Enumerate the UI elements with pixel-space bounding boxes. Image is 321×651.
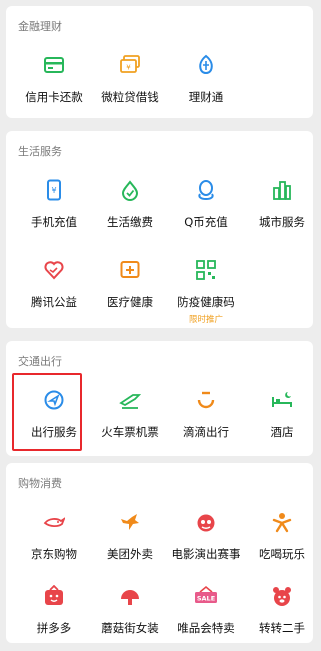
tile-label: 火车票机票 [101, 425, 159, 439]
movie-icon [197, 514, 215, 532]
tile-label: 电影演出赛事 [171, 547, 241, 561]
mogujie-icon [121, 590, 139, 605]
entertainment-icon [272, 513, 292, 533]
wealth-icon [199, 54, 213, 74]
utility-payment-icon [121, 180, 139, 201]
tile-label: 手机充值 [31, 215, 77, 229]
tile-label: 微粒贷借钱 [101, 90, 159, 104]
tile-label: 京东购物 [31, 547, 77, 561]
credit-card-icon [44, 57, 64, 73]
city-service-icon [273, 181, 291, 200]
tile-wealth[interactable]: 理财通 [168, 48, 244, 120]
meituan-icon [121, 514, 139, 530]
tile-qq-coin[interactable]: Q币充值 [168, 173, 244, 245]
tile-label: 滴滴出行 [183, 425, 229, 439]
loan-icon: ¥ [120, 55, 140, 73]
tile-label: 转转二手 [259, 621, 305, 635]
tile-phone-recharge[interactable]: ¥ 手机充值 [16, 173, 92, 245]
section-title-life: 生活服务 [18, 145, 62, 158]
tile-zhuanzhuan[interactable]: 转转二手 [244, 579, 320, 651]
shopping-section: 购物消费 京东购物 美团外卖 电影演出赛事 吃喝玩乐 拼多多 蘑菇街女装 SAL… [6, 463, 313, 643]
section-title-shopping: 购物消费 [18, 477, 62, 490]
train-ticket-icon [119, 394, 141, 409]
svg-text:¥: ¥ [126, 64, 131, 72]
tile-label: 信用卡还款 [25, 90, 83, 104]
sale-badge-text: SALE [197, 595, 215, 603]
tile-label: 城市服务 [259, 215, 305, 229]
health-code-icon [196, 260, 216, 280]
tile-label: 生活缴费 [107, 215, 153, 229]
tile-label: 唯品会特卖 [177, 621, 235, 635]
medical-icon [120, 261, 140, 278]
didi-icon [197, 391, 215, 409]
tile-label: 蘑菇街女装 [101, 621, 159, 635]
tile-health-code[interactable]: 防疫健康码 限时推广 [168, 253, 244, 325]
tile-hotel[interactable]: 酒店 [244, 383, 320, 455]
promo-tag: 限时推广 [188, 315, 223, 325]
tile-charity[interactable]: 腾讯公益 [16, 253, 92, 325]
tile-label: 美团外卖 [107, 547, 153, 561]
tile-meituan[interactable]: 美团外卖 [92, 505, 168, 577]
qq-coin-icon [198, 180, 214, 201]
tile-label: 吃喝玩乐 [259, 547, 305, 561]
svg-text:¥: ¥ [51, 186, 56, 195]
tile-movie[interactable]: 电影演出赛事 [168, 505, 244, 577]
tile-label: 腾讯公益 [31, 295, 77, 309]
travel-section: 交通出行 出行服务 火车票机票 滴滴出行 酒店 [6, 341, 313, 456]
tile-train-ticket[interactable]: 火车票机票 [92, 383, 168, 455]
tile-mogujie[interactable]: 蘑菇街女装 [92, 579, 168, 651]
tile-label: 拼多多 [36, 621, 72, 635]
pinduoduo-icon [45, 585, 63, 605]
tile-vip-sale[interactable]: SALE 唯品会特卖 [168, 579, 244, 651]
section-title-travel: 交通出行 [18, 355, 62, 368]
tile-credit-card[interactable]: 信用卡还款 [16, 48, 92, 120]
tile-utility[interactable]: 生活缴费 [92, 173, 168, 245]
selected-highlight-border [12, 373, 82, 451]
tile-jd[interactable]: 京东购物 [16, 505, 92, 577]
tile-city-service[interactable]: 城市服务 [244, 173, 320, 245]
life-service-section: 生活服务 ¥ 手机充值 生活缴费 Q币充值 城市服务 腾讯公益 医疗健康 防疫健… [6, 131, 313, 328]
finance-section: 金融理财 信用卡还款 ¥ 微粒贷借钱 理财通 [6, 6, 313, 118]
tile-label: 医疗健康 [107, 295, 153, 309]
tile-label: 防疫健康码 [177, 295, 235, 309]
hotel-icon [272, 392, 292, 407]
tile-loan[interactable]: ¥ 微粒贷借钱 [92, 48, 168, 120]
jd-icon [43, 517, 65, 528]
phone-recharge-icon: ¥ [47, 179, 61, 201]
tile-medical[interactable]: 医疗健康 [92, 253, 168, 325]
tile-label: 酒店 [270, 425, 294, 439]
zhuanzhuan-icon [273, 587, 291, 606]
tile-didi[interactable]: 滴滴出行 [168, 383, 244, 455]
tile-entertainment[interactable]: 吃喝玩乐 [244, 505, 320, 577]
vip-sale-icon: SALE [195, 585, 217, 603]
charity-icon [44, 261, 64, 280]
tile-label: Q币充值 [184, 215, 228, 229]
tile-label: 理财通 [188, 90, 224, 104]
section-title-finance: 金融理财 [18, 20, 62, 33]
tile-pinduoduo[interactable]: 拼多多 [16, 579, 92, 651]
